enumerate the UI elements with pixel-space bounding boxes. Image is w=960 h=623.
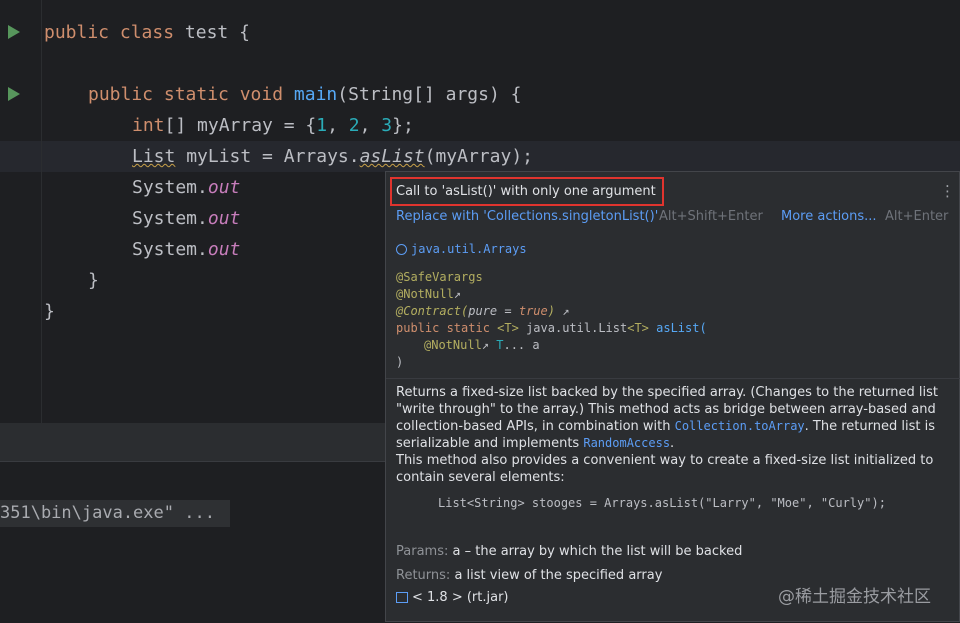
code-line-9: } [88,270,99,291]
quick-fix-shortcut: Alt+Shift+Enter [659,209,763,224]
external-link-icon[interactable]: ↗ [555,304,569,318]
watermark: @稀土掘金技术社区 [778,587,931,607]
more-actions-shortcut: Alt+Enter [885,209,949,224]
class-icon [396,244,407,255]
annotation-notnull: @NotNull [396,287,454,301]
inspection-title: Call to 'asList()' with only one argumen… [396,184,656,199]
code-line-3: public static void main(String[] args) { [88,84,522,105]
run-command-text: 351\bin\java.exe" ... [0,500,230,527]
params-text: a – the array by which the list will be … [452,544,743,559]
code-line-10: } [44,301,55,322]
returns-label: Returns: [396,568,451,583]
external-link-icon[interactable]: ↗ [454,287,461,301]
collection-toarray-link[interactable]: Collection.toArray [675,419,805,433]
randomaccess-link[interactable]: RandomAccess [583,436,670,450]
params-label: Params: [396,544,449,559]
code-line-4: int[] myArray = {1, 2, 3}; [132,115,414,136]
run-main-icon[interactable] [8,87,20,101]
divider [386,378,960,379]
code-line-1: public class test { [44,22,250,43]
library-icon [396,592,408,603]
code-line-6: System.out [132,177,241,198]
more-options-icon[interactable]: ⋮ [940,182,955,200]
annotation-safevarargs: @SafeVarargs [396,270,483,284]
more-actions-link[interactable]: More actions... [781,209,877,224]
quick-fix-link[interactable]: Replace with 'Collections.singletonList(… [396,209,658,224]
gutter [0,0,42,423]
run-class-icon[interactable] [8,25,20,39]
returns-text: a list view of the specified array [454,568,663,583]
external-link-icon[interactable]: ↗ [482,338,496,352]
inspection-popup[interactable]: Call to 'asList()' with only one argumen… [385,171,960,622]
code-line-8: System.out [132,239,241,260]
package-link[interactable]: java.util.Arrays [411,242,527,256]
doc-code-example: List<String> stooges = Arrays.asList("La… [438,496,886,510]
library-text: < 1.8 > (rt.jar) [412,590,509,605]
doc-description: Returns a fixed-size list backed by the … [396,385,938,485]
code-line-5: List myList = Arrays.asList(myArray); [132,146,533,167]
code-line-7: System.out [132,208,241,229]
